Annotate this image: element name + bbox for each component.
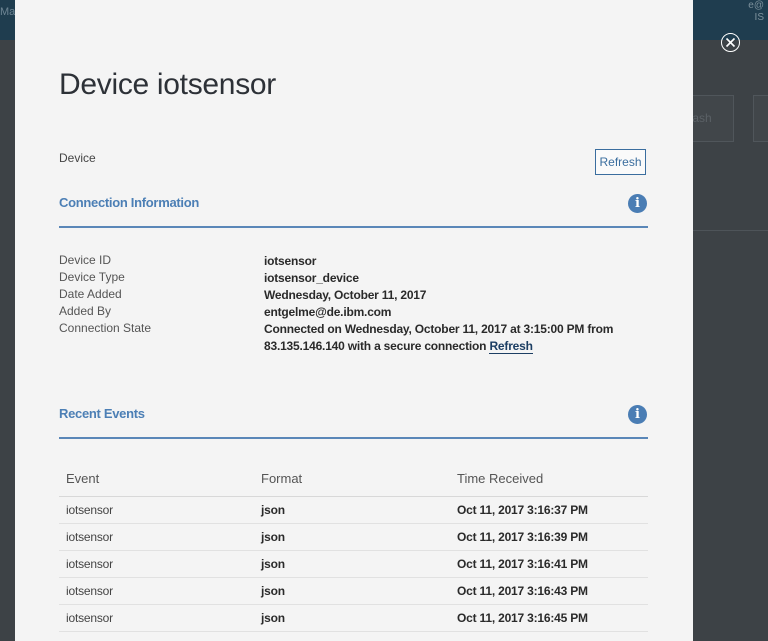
connection-state-label: Connection State [59,321,152,335]
event-cell: iotsensor [59,550,254,578]
recent-events-header: Recent Events i [59,405,648,439]
background-divider [693,230,768,231]
recent-events-table: Event Format Time Received iotsensor jso… [59,461,648,632]
device-id-row: Device ID iotsensor [59,253,649,270]
date-added-row: Date Added Wednesday, October 11, 2017 [59,287,649,304]
device-id-label: Device ID [59,253,112,267]
time-cell: Oct 11, 2017 3:16:39 PM [450,523,648,551]
date-added-label: Date Added [59,287,122,301]
event-cell: iotsensor [59,577,254,605]
time-cell: Oct 11, 2017 3:16:45 PM [450,604,648,632]
info-icon[interactable]: i [628,194,647,213]
device-type-row: Device Type iotsensor_device [59,270,649,287]
connection-state-row: Connection State Connected on Wednesday,… [59,321,649,355]
close-icon [725,37,736,48]
event-cell: iotsensor [59,604,254,632]
format-cell: json [254,496,450,524]
column-header-format[interactable]: Format [254,461,450,497]
device-details-modal: Device iotsensor Device Refresh Connecti… [15,0,693,641]
added-by-row: Added By entgelme@de.ibm.com [59,304,649,321]
time-cell: Oct 11, 2017 3:16:41 PM [450,550,648,578]
background-button [753,95,768,142]
connection-refresh-link[interactable]: Refresh [489,339,533,354]
column-header-time-received[interactable]: Time Received [450,461,648,497]
table-row: iotsensor json Oct 11, 2017 3:16:39 PM [59,523,648,551]
device-type-value: iotsensor_device [264,271,359,285]
background-user-email: e@ [748,0,764,11]
connection-information-header: Connection Information i [59,194,648,228]
connection-state-text: Connected on Wednesday, October 11, 2017… [264,322,614,353]
format-cell: json [254,523,450,551]
time-cell: Oct 11, 2017 3:16:43 PM [450,577,648,605]
table-header-row: Event Format Time Received [59,461,648,497]
connection-state-value: Connected on Wednesday, October 11, 2017… [264,321,649,355]
event-cell: iotsensor [59,523,254,551]
column-header-event[interactable]: Event [59,461,254,497]
device-subtitle: Device [59,151,96,165]
event-cell: iotsensor [59,496,254,524]
format-cell: json [254,550,450,578]
table-row: iotsensor json Oct 11, 2017 3:16:43 PM [59,577,648,605]
background-user-org: IS [754,12,764,23]
refresh-button[interactable]: Refresh [595,149,646,175]
page-title: Device iotsensor [59,68,276,101]
added-by-value: entgelme@de.ibm.com [264,305,392,319]
recent-events-title: Recent Events [59,406,145,421]
device-type-label: Device Type [59,270,125,284]
device-id-value: iotsensor [264,254,317,268]
table-row: iotsensor json Oct 11, 2017 3:16:41 PM [59,550,648,578]
table-row: iotsensor json Oct 11, 2017 3:16:45 PM [59,604,648,632]
connection-details: Device ID iotsensor Device Type iotsenso… [59,253,649,355]
background-user-info: e@ IS [748,0,764,24]
added-by-label: Added By [59,304,112,318]
background-app-title: Ma [0,6,16,18]
table-row: iotsensor json Oct 11, 2017 3:16:37 PM [59,496,648,524]
date-added-value: Wednesday, October 11, 2017 [264,288,427,302]
format-cell: json [254,577,450,605]
close-button[interactable] [721,33,740,52]
time-cell: Oct 11, 2017 3:16:37 PM [450,496,648,524]
format-cell: json [254,604,450,632]
connection-information-title: Connection Information [59,195,199,210]
info-icon[interactable]: i [628,405,647,424]
